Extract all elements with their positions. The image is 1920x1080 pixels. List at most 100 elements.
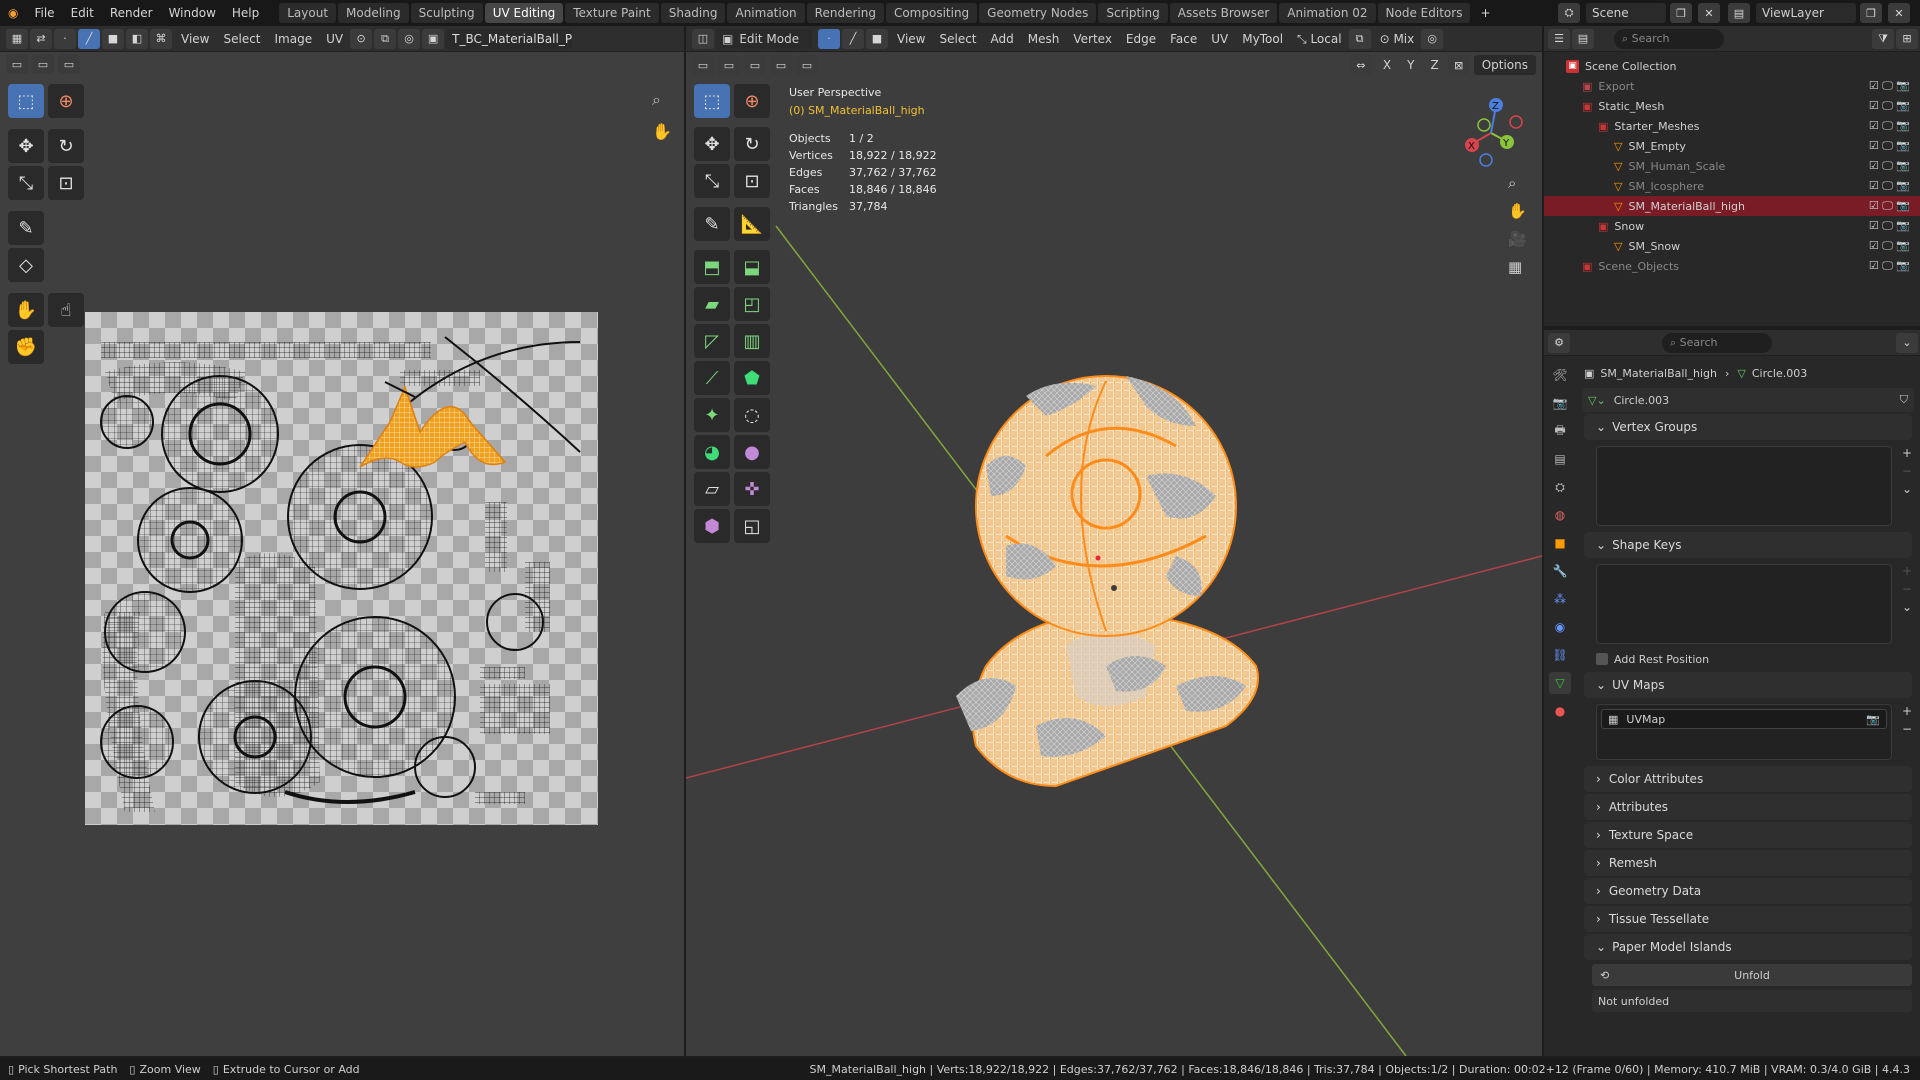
editor-type-icon[interactable]: ▦	[6, 28, 28, 49]
particles-tab-icon[interactable]: ⁂	[1549, 588, 1571, 610]
shield-icon[interactable]: ⛉	[1900, 393, 1908, 407]
menu-file[interactable]: File	[26, 0, 62, 26]
render-tab-icon[interactable]: 📷	[1549, 392, 1571, 414]
outliner-item[interactable]: ▣ Export ☑ 🖵 📷	[1544, 76, 1920, 96]
panel-attributes[interactable]: › Attributes	[1584, 794, 1912, 820]
world-tab-icon[interactable]: ◍	[1549, 504, 1571, 526]
select-extend-icon[interactable]: ▭	[32, 54, 54, 74]
sync-selection-icon[interactable]: ⇄	[30, 28, 52, 49]
smooth-tool[interactable]: ◌	[734, 398, 770, 432]
add-cube-tool[interactable]: ⬒	[694, 250, 730, 284]
outliner-item[interactable]: ▣ Snow ☑ 🖵 📷	[1544, 216, 1920, 236]
physics-tab-icon[interactable]: ◉	[1549, 616, 1571, 638]
menu-window[interactable]: Window	[161, 0, 224, 26]
checkbox-icon[interactable]	[1596, 653, 1608, 665]
measure-tool[interactable]: 📐	[734, 207, 770, 241]
rotate-tool[interactable]: ↻	[734, 127, 770, 161]
chevron-down-icon[interactable]: ⌄	[1902, 482, 1912, 496]
remove-icon[interactable]: −	[1902, 582, 1912, 596]
visibility-toggles[interactable]: ☑ 🖵 📷	[1869, 179, 1910, 193]
tab-node-editors[interactable]: Node Editors	[1377, 3, 1471, 23]
tab-animation-02[interactable]: Animation 02	[1279, 3, 1376, 23]
panel-texture-space[interactable]: › Texture Space	[1584, 822, 1912, 848]
chevron-down-icon[interactable]: ⌄	[1902, 600, 1912, 614]
shrink-fatten-tool[interactable]: ●	[734, 435, 770, 469]
uv-menu-image[interactable]: Image	[268, 29, 320, 49]
rip-region-tool[interactable]: ⬢	[694, 509, 730, 543]
uv-menu-select[interactable]: Select	[216, 29, 267, 49]
scale-tool[interactable]: ⤡	[694, 164, 730, 198]
uv-menu-uv[interactable]: UV	[319, 29, 350, 49]
shape-keys-panel[interactable]: ⌄ Shape Keys	[1584, 532, 1912, 558]
panel-remesh[interactable]: › Remesh	[1584, 850, 1912, 876]
outliner-item[interactable]: ▽ SM_MaterialBall_high ☑ 🖵 📷	[1544, 196, 1920, 216]
select-box-mode-icon[interactable]: ▭	[6, 54, 28, 74]
annotate-tool[interactable]: ✎	[694, 207, 730, 241]
outliner-item[interactable]: ▽ SM_Empty ☑ 🖵 📷	[1544, 136, 1920, 156]
vertex-groups-list[interactable]	[1596, 446, 1892, 526]
options-chevron-icon[interactable]: ⌄	[1896, 332, 1918, 353]
edge-slide-tool[interactable]: ◕	[694, 435, 730, 469]
outliner-item[interactable]: ▣ Scene_Objects ☑ 🖵 📷	[1544, 256, 1920, 276]
tab-sculpting[interactable]: Sculpting	[410, 3, 483, 23]
visibility-toggles[interactable]: ☑ 🖵 📷	[1869, 219, 1910, 233]
transform-tool[interactable]: ⊡	[734, 164, 770, 198]
add-icon[interactable]: +	[1902, 564, 1912, 578]
knife-tool[interactable]: ⟋	[694, 361, 730, 395]
visibility-toggles[interactable]: ☑ 🖵 📷	[1869, 199, 1910, 213]
tab-assets-browser[interactable]: Assets Browser	[1169, 3, 1278, 23]
relax-tool[interactable]: ☝	[48, 293, 84, 327]
menu-render[interactable]: Render	[102, 0, 161, 26]
sticky-mode-icon[interactable]: ⌘	[150, 28, 172, 49]
to-sphere-tool[interactable]: ✜	[734, 472, 770, 506]
filter-icon[interactable]: ⧩	[1872, 28, 1894, 49]
scale-tool[interactable]: ⤡	[8, 166, 44, 200]
editor-type-icon[interactable]: ☰	[1548, 28, 1570, 49]
scene-name[interactable]: Scene	[1586, 3, 1666, 23]
proportional-icon[interactable]: ◎	[398, 28, 421, 49]
output-tab-icon[interactable]: 🖶	[1549, 420, 1571, 442]
pan-hand-icon[interactable]: ✋	[652, 122, 672, 141]
object-tab-icon[interactable]: ■	[1549, 532, 1571, 554]
outliner-search[interactable]: ⌕ Search	[1614, 28, 1724, 49]
display-mode-icon[interactable]: ▤	[1572, 28, 1594, 49]
material-tab-icon[interactable]: ●	[1549, 700, 1571, 722]
rip-tool[interactable]: ◇	[8, 248, 44, 282]
edge-select-icon[interactable]: ╱	[78, 28, 100, 49]
extrude-region-tool[interactable]: ⬓	[734, 250, 770, 284]
vertex-groups-panel[interactable]: ⌄ Vertex Groups	[1584, 414, 1912, 440]
snap-icon[interactable]: ⧉	[374, 28, 397, 49]
loop-cut-tool[interactable]: ▥	[734, 324, 770, 358]
constraints-tab-icon[interactable]: ⛓	[1549, 644, 1571, 666]
view-layer-tab-icon[interactable]: ▤	[1549, 448, 1571, 470]
rip-edge-tool[interactable]: ◱	[734, 509, 770, 543]
uv-texture-canvas[interactable]	[85, 312, 598, 825]
shear-tool[interactable]: ▱	[694, 472, 730, 506]
vertex-select-icon[interactable]: ·	[54, 28, 76, 49]
3d-viewport[interactable]: ◫ ▣ Edit Mode · ╱ ■ View Select Add Mesh …	[686, 26, 1542, 1056]
pivot-icon[interactable]: ⊙	[350, 28, 373, 49]
outliner-item[interactable]: ▣ Static_Mesh ☑ 🖵 📷	[1544, 96, 1920, 116]
grid-view-icon[interactable]: ▦	[1508, 258, 1527, 276]
mesh-datablock-field[interactable]: ▽⌄ Circle.003 ⛉	[1582, 388, 1914, 412]
inset-tool[interactable]: ◰	[734, 287, 770, 321]
tab-shading[interactable]: Shading	[660, 3, 726, 23]
visibility-toggles[interactable]: ☑ 🖵 📷	[1869, 159, 1910, 173]
copy-icon[interactable]: ❐	[1860, 3, 1882, 23]
navigation-gizmo[interactable]: X Y Z	[1446, 88, 1536, 178]
camera-icon[interactable]: 🎥	[1508, 230, 1527, 248]
cursor-tool[interactable]: ⊕	[734, 84, 770, 118]
uv-menu-view[interactable]: View	[174, 29, 216, 49]
shape-keys-list[interactable]	[1596, 564, 1892, 644]
visibility-toggles[interactable]: ☑ 🖵 📷	[1869, 119, 1910, 133]
panel-color-attributes[interactable]: › Color Attributes	[1584, 766, 1912, 792]
spin-tool[interactable]: ✦	[694, 398, 730, 432]
tab-modeling[interactable]: Modeling	[338, 3, 409, 23]
outliner-item[interactable]: ▽ SM_Icosphere ☑ 🖵 📷	[1544, 176, 1920, 196]
visibility-toggles[interactable]: ☑ 🖵 📷	[1869, 99, 1910, 113]
add-workspace-button[interactable]: +	[1472, 0, 1498, 26]
new-collection-icon[interactable]: ⊞	[1896, 28, 1918, 49]
visibility-toggles[interactable]: ☑ 🖵 📷	[1869, 259, 1910, 273]
visibility-toggles[interactable]: ☑ 🖵 📷	[1869, 239, 1910, 253]
zoom-icon[interactable]: ⌕	[652, 90, 661, 110]
